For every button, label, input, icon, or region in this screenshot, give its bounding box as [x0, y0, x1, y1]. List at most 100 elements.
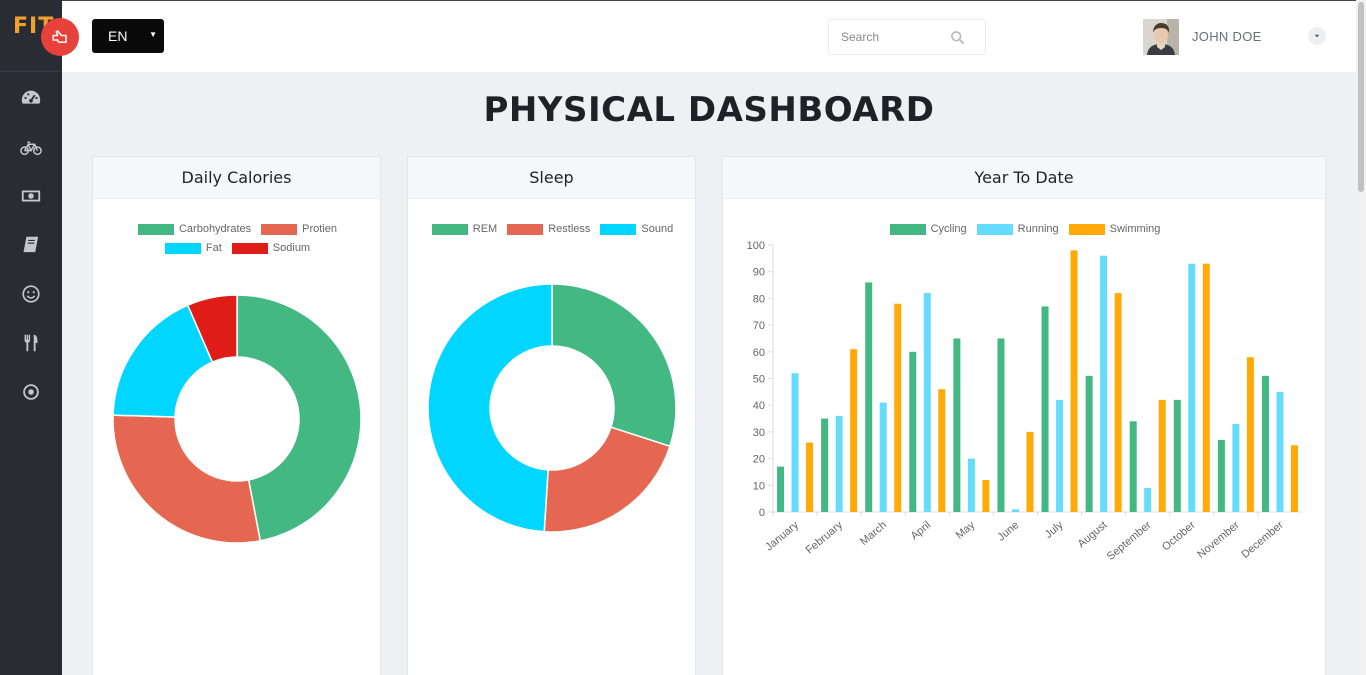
- bar-cycling-november[interactable]: [1217, 439, 1225, 512]
- y-tick-label: 70: [753, 320, 765, 332]
- bar-running-june[interactable]: [1011, 509, 1019, 512]
- slice-sound[interactable]: [427, 283, 553, 533]
- bar-running-august[interactable]: [1100, 255, 1108, 512]
- page-scrollbar[interactable]: [1356, 0, 1366, 675]
- legend-swatch: [600, 223, 637, 235]
- y-tick-label: 50: [753, 374, 765, 386]
- sidebar-item-journal[interactable]: [0, 227, 62, 263]
- sidebar-item-cycling[interactable]: [0, 129, 62, 165]
- top-header: EN ▼ JOHN DOE: [62, 0, 1356, 72]
- slice-rem[interactable]: [551, 283, 677, 448]
- bar-cycling-july[interactable]: [1041, 306, 1049, 512]
- bar-cycling-june[interactable]: [997, 338, 1005, 512]
- bar-running-february[interactable]: [835, 415, 843, 512]
- bar-swimming-february[interactable]: [850, 349, 858, 512]
- sleep-chart: [427, 283, 677, 533]
- bar-cycling-april[interactable]: [909, 351, 917, 512]
- bar-cycling-may[interactable]: [953, 338, 961, 512]
- bar-cycling-march[interactable]: [865, 282, 873, 512]
- legend-item-sound[interactable]: Sound: [600, 223, 673, 235]
- bar-swimming-september[interactable]: [1158, 399, 1166, 512]
- sidebar-item-goals[interactable]: [0, 374, 62, 410]
- sleep-card: Sleep REM Restless Sound: [407, 156, 696, 675]
- chart-legend: Carbohydrates Protien Fat Sodium: [113, 223, 362, 254]
- bar-running-may[interactable]: [967, 458, 975, 512]
- card-title: Year To Date: [723, 157, 1325, 199]
- legend-swatch: [261, 223, 298, 235]
- legend-swatch: [431, 223, 468, 235]
- legend-item-protien[interactable]: Protien: [261, 223, 337, 235]
- bar-swimming-august[interactable]: [1114, 293, 1122, 512]
- bar-cycling-january[interactable]: [777, 466, 785, 512]
- bar-running-march[interactable]: [879, 402, 887, 512]
- slice-protien[interactable]: [112, 414, 262, 544]
- legend-label: Fat: [205, 242, 222, 254]
- search-input[interactable]: [841, 30, 951, 44]
- legend-item-fat[interactable]: Fat: [164, 242, 222, 254]
- bar-cycling-august[interactable]: [1085, 375, 1093, 512]
- bar-swimming-january[interactable]: [806, 442, 814, 512]
- username[interactable]: JOHN DOE: [1192, 29, 1262, 44]
- legend-swatch: [889, 223, 926, 235]
- bar-swimming-november[interactable]: [1246, 357, 1254, 512]
- bar-cycling-september[interactable]: [1129, 421, 1137, 512]
- bar-running-january[interactable]: [791, 373, 799, 512]
- legend-label: Cycling: [930, 223, 967, 235]
- bar-swimming-april[interactable]: [938, 389, 946, 512]
- search-box: [828, 19, 986, 55]
- sidebar-item-money[interactable]: [0, 178, 62, 214]
- bar-swimming-december[interactable]: [1290, 445, 1298, 512]
- x-tick-label: September: [1105, 519, 1154, 563]
- card-title: Daily Calories: [93, 157, 380, 199]
- legend-swatch: [507, 223, 544, 235]
- user-photo-icon: [1143, 19, 1179, 55]
- x-tick-label: January: [763, 519, 801, 554]
- avatar[interactable]: [1143, 19, 1179, 55]
- bar-swimming-july[interactable]: [1070, 250, 1078, 512]
- bar-swimming-may[interactable]: [982, 479, 990, 512]
- sidebar: FIT: [0, 0, 62, 675]
- bar-swimming-march[interactable]: [894, 303, 902, 512]
- x-tick-label: March: [858, 519, 889, 548]
- bar-swimming-october[interactable]: [1202, 263, 1210, 512]
- slice-restless[interactable]: [543, 426, 671, 533]
- bar-cycling-february[interactable]: [821, 418, 829, 512]
- x-tick-label: July: [1043, 519, 1066, 541]
- scrollbar-thumb[interactable]: [1358, 2, 1364, 192]
- bar-running-december[interactable]: [1276, 391, 1284, 512]
- year-to-date-chart: 0 10 20 30 40 50 60 70 80 90 100 January February Mar…: [747, 240, 1302, 563]
- thumbs-up-button[interactable]: [41, 18, 79, 56]
- legend-item-swimming[interactable]: Swimming: [1068, 223, 1160, 235]
- bar-swimming-june[interactable]: [1026, 431, 1034, 512]
- chevron-down-icon: [1314, 34, 1320, 38]
- search-icon[interactable]: [950, 30, 965, 45]
- y-tick-label: 30: [753, 427, 765, 439]
- legend-label: Running: [1017, 223, 1059, 235]
- bar-cycling-december[interactable]: [1261, 375, 1269, 512]
- sidebar-item-mood[interactable]: [0, 276, 62, 312]
- legend-item-rem[interactable]: REM: [431, 223, 497, 235]
- language-select[interactable]: EN ▼: [92, 19, 164, 53]
- x-tick-label: December: [1239, 519, 1286, 561]
- bar-running-july[interactable]: [1056, 399, 1064, 512]
- y-tick-label: 100: [747, 240, 765, 252]
- legend-item-carbohydrates[interactable]: Carbohydrates: [137, 223, 251, 235]
- user-menu-toggle[interactable]: [1308, 27, 1326, 45]
- legend-item-sodium[interactable]: Sodium: [231, 242, 310, 254]
- sidebar-item-nutrition[interactable]: [0, 325, 62, 361]
- slice-carbohydrates[interactable]: [236, 294, 362, 542]
- bar-cycling-october[interactable]: [1173, 399, 1181, 512]
- x-tick-label: November: [1195, 519, 1242, 561]
- legend-item-cycling[interactable]: Cycling: [889, 223, 967, 235]
- bar-running-april[interactable]: [923, 293, 931, 512]
- y-tick-label: 10: [753, 480, 765, 492]
- bar-running-november[interactable]: [1232, 423, 1240, 512]
- bar-running-september[interactable]: [1144, 487, 1152, 512]
- legend-item-restless[interactable]: Restless: [507, 223, 590, 235]
- x-tick-label: May: [954, 519, 978, 542]
- smile-icon: [22, 285, 40, 303]
- legend-item-running[interactable]: Running: [976, 223, 1059, 235]
- legend-label: Restless: [548, 223, 591, 235]
- bar-running-october[interactable]: [1188, 263, 1196, 512]
- sidebar-item-dashboard[interactable]: [0, 80, 62, 116]
